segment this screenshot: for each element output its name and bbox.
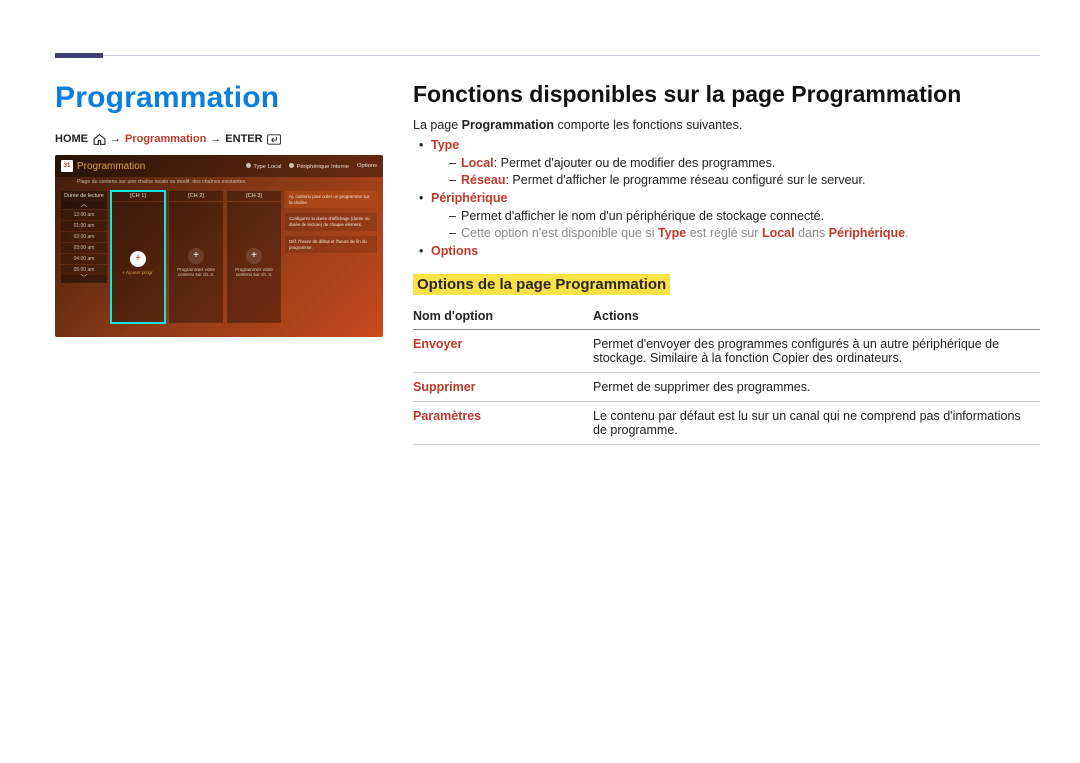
- tv-side-tip: Configurez la durée d'affichage (durée o…: [285, 213, 377, 230]
- tv-ch-card: + Programmez votre contenu sur ch. 3.: [227, 202, 281, 323]
- tv-time-cell: 04:00 am: [61, 254, 107, 264]
- left-column: Programmation HOME → Programmation → ENT…: [55, 81, 383, 445]
- tv-time-cell: 01:00 am: [61, 221, 107, 231]
- right-column: Fonctions disponibles sur la page Progra…: [413, 81, 1040, 445]
- plus-icon: +: [188, 248, 204, 264]
- feature-type-local: Local: Permet d'ajouter ou de modifier d…: [431, 156, 1040, 170]
- tv-device-label: Périphérique: [296, 164, 329, 170]
- table-row: Paramètres Le contenu par défaut est lu …: [413, 402, 1040, 445]
- tv-side-tips: Aj. contenu pour créer un programme sur …: [285, 191, 377, 323]
- tv-screenshot: 31 Programmation Type Local Périphérique…: [55, 155, 383, 337]
- check-icon: [289, 163, 294, 168]
- opt-name: Envoyer: [413, 330, 593, 373]
- note-kw-type: Type: [658, 226, 686, 240]
- lead-post: comporte les fonctions suivantes.: [554, 118, 742, 132]
- note-end: .: [905, 226, 908, 240]
- page-title: Programmation: [55, 81, 383, 115]
- feature-options: Options: [413, 244, 1040, 258]
- tv-ch-header: [CH 1]: [111, 191, 165, 201]
- feature-periph-label: Périphérique: [431, 191, 507, 205]
- periph-desc: Permet d'afficher le nom d'un périphériq…: [431, 209, 1040, 223]
- feature-peripherique: Périphérique Permet d'afficher le nom d'…: [413, 191, 1040, 240]
- tv-ch-label: + Ajouter progr.: [122, 270, 153, 275]
- note-mid2: dans: [795, 226, 829, 240]
- tv-time-cell: 05:00 am: [61, 265, 107, 275]
- calendar-icon: 31: [61, 160, 73, 172]
- enter-icon: [267, 134, 281, 145]
- local-text: : Permet d'ajouter ou de modifier des pr…: [494, 156, 776, 170]
- tv-body: Durée de lecture ︿ 12:00 am 01:00 am 02:…: [55, 185, 383, 327]
- opt-name: Paramètres: [413, 402, 593, 445]
- tv-times-col: Durée de lecture ︿ 12:00 am 01:00 am 02:…: [61, 191, 107, 323]
- tv-time-cell: 03:00 am: [61, 243, 107, 253]
- feature-type-reseau: Réseau: Permet d'afficher le programme r…: [431, 173, 1040, 187]
- tv-time-cell: 02:00 am: [61, 232, 107, 242]
- feature-options-label: Options: [431, 244, 478, 258]
- section-lead: La page Programmation comporte les fonct…: [413, 118, 1040, 132]
- section-heading: Fonctions disponibles sur la page Progra…: [413, 81, 1040, 108]
- opt-text: Permet de supprimer des programmes.: [593, 373, 1040, 402]
- page-body: Programmation HOME → Programmation → ENT…: [0, 56, 1080, 465]
- kw-local: Local: [461, 156, 494, 170]
- lead-pre: La page: [413, 118, 462, 132]
- tv-channel-1: [CH 1] + + Ajouter progr.: [111, 191, 165, 323]
- tv-channel-3: [CH 3] + Programmez votre contenu sur ch…: [227, 191, 281, 323]
- tv-title: Programmation: [77, 161, 145, 172]
- tv-time-cell: 12:00 am: [61, 210, 107, 220]
- tv-options-label: Options: [357, 163, 377, 169]
- tv-ch-card: + + Ajouter progr.: [111, 202, 165, 323]
- path-mid: Programmation: [125, 133, 206, 145]
- tv-type-label: Type: [253, 164, 266, 170]
- tv-ch-label: Programmez votre contenu sur ch. 3.: [227, 267, 281, 277]
- feature-type-label: Type: [431, 138, 459, 152]
- calendar-day: 31: [64, 163, 71, 169]
- tv-ch-card: + Programmez votre contenu sur ch. 2.: [169, 202, 223, 323]
- note-mid: est réglé sur: [686, 226, 762, 240]
- chevron-up-icon: ︿: [61, 201, 107, 209]
- home-icon: [92, 134, 106, 145]
- tv-ch-header: [CH 2]: [169, 191, 223, 201]
- options-col-actions: Actions: [593, 303, 1040, 330]
- feature-type: Type Local: Permet d'ajouter ou de modif…: [413, 138, 1040, 187]
- tv-channel-2: [CH 2] + Programmez votre contenu sur ch…: [169, 191, 223, 323]
- tv-side-tip: Aj. contenu pour créer un programme sur …: [285, 191, 377, 208]
- tv-bar-right: Type Local Périphérique Interne Options: [246, 163, 377, 170]
- note-pre: Cette option n'est disponible que si: [461, 226, 658, 240]
- options-col-name: Nom d'option: [413, 303, 593, 330]
- chevron-down-icon: ﹀: [61, 275, 107, 283]
- note-kw-local: Local: [762, 226, 795, 240]
- opt-name: Supprimer: [413, 373, 593, 402]
- table-row: Supprimer Permet de supprimer des progra…: [413, 373, 1040, 402]
- header-rule: [0, 0, 1080, 56]
- path-home-label: HOME: [55, 133, 88, 145]
- reseau-text: : Permet d'afficher le programme réseau …: [505, 173, 865, 187]
- kw-reseau: Réseau: [461, 173, 505, 187]
- path-arrow-2: →: [210, 133, 221, 145]
- tv-subtitle: Plage du contenu sur une chaîne locale o…: [55, 177, 383, 185]
- opt-text: Permet d'envoyer des programmes configur…: [593, 330, 1040, 373]
- tv-device-value: Interne: [331, 164, 349, 170]
- tv-ch-label: Programmez votre contenu sur ch. 2.: [169, 267, 223, 277]
- options-table: Nom d'option Actions Envoyer Permet d'en…: [413, 303, 1040, 445]
- plus-icon: +: [246, 248, 262, 264]
- tv-times-header: Durée de lecture: [61, 191, 107, 201]
- feature-list: Type Local: Permet d'ajouter ou de modif…: [413, 138, 1040, 258]
- periph-note: Cette option n'est disponible que si Typ…: [431, 226, 1040, 240]
- table-row: Envoyer Permet d'envoyer des programmes …: [413, 330, 1040, 373]
- tv-ch-header: [CH 3]: [227, 191, 281, 201]
- note-kw-periph: Périphérique: [829, 226, 905, 240]
- tv-titlebar: 31 Programmation Type Local Périphérique…: [55, 155, 383, 177]
- path-arrow-1: →: [110, 133, 121, 145]
- check-icon: [246, 163, 251, 168]
- tv-side-tip: Déf. l'heure de début et l'heure de fin …: [285, 236, 377, 253]
- options-subheading: Options de la page Programmation: [413, 274, 670, 295]
- path-enter-label: ENTER: [225, 133, 262, 145]
- opt-text: Le contenu par défaut est lu sur un cana…: [593, 402, 1040, 445]
- nav-path: HOME → Programmation → ENTER: [55, 133, 383, 145]
- lead-bold: Programmation: [462, 118, 554, 132]
- plus-icon: +: [130, 251, 146, 267]
- tv-type-value: Local: [268, 164, 282, 170]
